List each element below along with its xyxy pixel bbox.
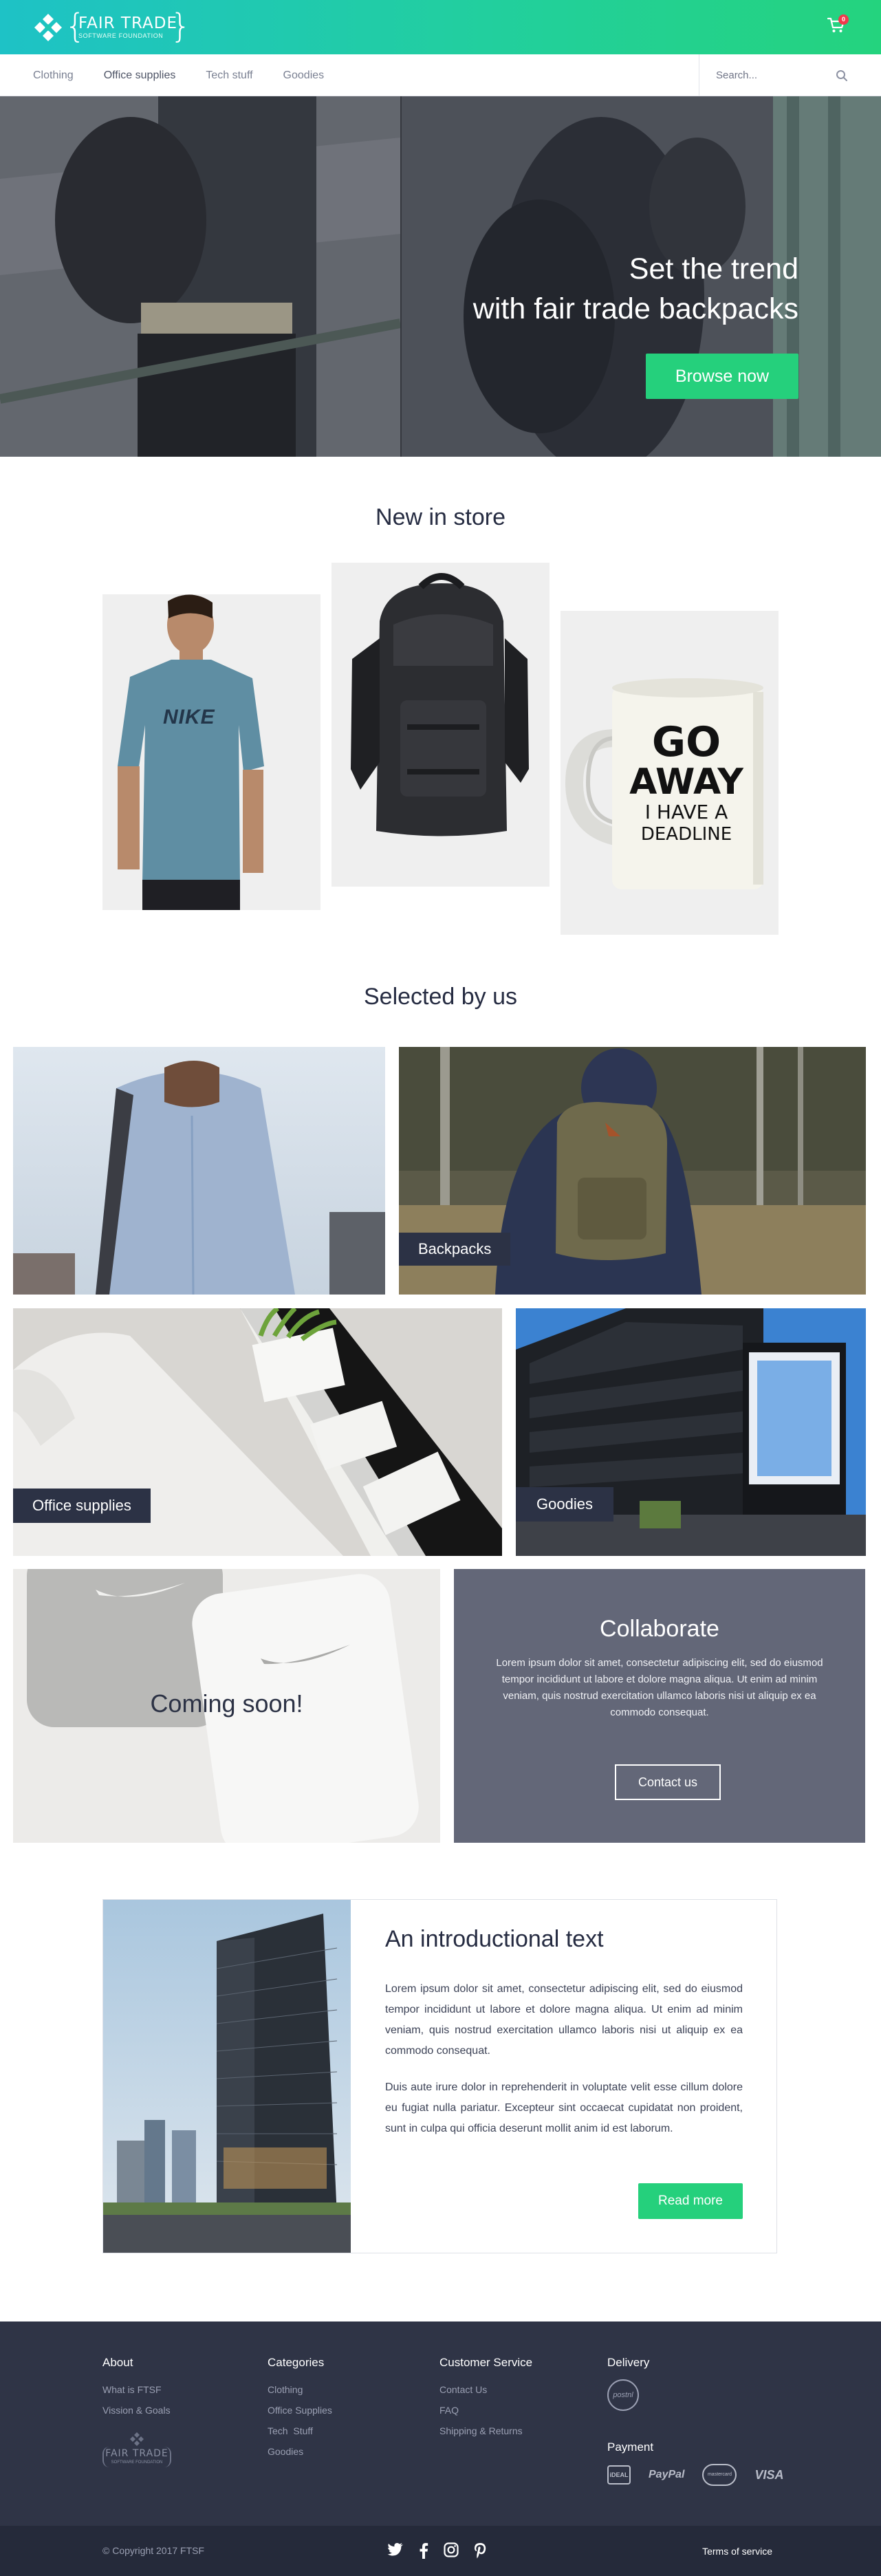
footer-payment-heading: Payment (607, 2440, 654, 2454)
intro-title: An introductional text (385, 1926, 604, 1952)
logo-wordmark: FAIR TRADE SOFTWARE FOUNDATION (65, 10, 191, 44)
footer-link-shipping-returns[interactable]: Shipping & Returns (439, 2421, 532, 2441)
footer-customer-service-heading: Customer Service (439, 2356, 533, 2369)
cart-button[interactable]: 0 (827, 14, 851, 38)
hero-title-line2: with fair trade backpacks (472, 292, 798, 325)
selected-by-us-title: Selected by us (363, 984, 518, 1010)
product-card-tshirt[interactable]: NIKE (102, 594, 320, 910)
logo-diamond-icon (34, 14, 62, 41)
nav-item-clothing[interactable]: Clothing (33, 69, 74, 82)
ideal-icon: iDEAL (607, 2465, 631, 2485)
product-card-mug[interactable]: GO AWAY I HAVE A DEADLINE (561, 611, 779, 935)
payment-methods: iDEAL PayPal mastercard VISA (607, 2464, 784, 2486)
hero-banner: Set the trend with fair trade backpacks … (0, 96, 881, 457)
logo-title: FAIR TRADE (78, 14, 178, 32)
tshirt-print: NIKE (163, 706, 215, 728)
footer-categories: Categories Clothing Office Supplies Tech… (268, 2356, 332, 2462)
footer-categories-heading: Categories (268, 2356, 325, 2369)
backpack-image (331, 563, 550, 887)
tile-goodies[interactable]: Goodies (516, 1308, 866, 1556)
footer-logo[interactable]: FAIR TRADE SOFTWARE FOUNDATION (102, 2432, 171, 2470)
mug-print-line3: I HAVE A (644, 801, 728, 823)
footer-bottom-bar: © Copyright 2017 FTSF Terms of service (0, 2526, 881, 2576)
logo-subtitle: SOFTWARE FOUNDATION (78, 32, 164, 39)
browse-now-button[interactable]: Browse now (646, 354, 798, 399)
new-in-store-title: New in store (376, 504, 505, 530)
man-shirt-image (13, 1047, 385, 1295)
footer-logo-subtitle: SOFTWARE FOUNDATION (111, 2460, 163, 2465)
mug-print-line1: GO (651, 718, 721, 766)
nav-item-office-supplies[interactable]: Office supplies (104, 69, 176, 82)
product-card-backpack[interactable] (331, 563, 550, 887)
nav-item-goodies[interactable]: Goodies (283, 69, 325, 82)
tshirt-image (102, 594, 320, 910)
cart-count-badge: 0 (838, 14, 849, 25)
mug-print: GO AWAY I HAVE A DEADLINE (621, 721, 752, 845)
search-icon[interactable] (836, 69, 848, 82)
tile-label-office-supplies: Office supplies (13, 1489, 151, 1523)
top-header: FAIR TRADE SOFTWARE FOUNDATION 0 (0, 0, 881, 54)
footer-delivery-heading: Delivery (607, 2356, 650, 2369)
footer-payment: Payment (607, 2440, 653, 2464)
social-links (387, 2542, 486, 2559)
footer-link-goodies[interactable]: Goodies (268, 2441, 332, 2462)
visa-icon: VISA (754, 2467, 784, 2482)
contact-us-button[interactable]: Contact us (615, 1764, 721, 1800)
footer-logo-title: FAIR TRADE (105, 2448, 168, 2459)
footer-customer-service: Customer Service Contact Us FAQ Shipping… (439, 2356, 532, 2441)
footer-delivery: Delivery postnl (607, 2356, 649, 2411)
tile-label-backpacks: Backpacks (399, 1233, 511, 1266)
tile-coming-soon: Coming soon! (13, 1569, 440, 1843)
mug-print-line4: DEADLINE (640, 824, 732, 845)
nav-links: Clothing Office supplies Tech stuff Good… (33, 54, 324, 96)
intro-card: An introductional text Lorem ipsum dolor… (102, 1899, 777, 2253)
mastercard-icon: mastercard (702, 2464, 737, 2486)
collaborate-body: Lorem ipsum dolor sit amet, consectetur … (496, 1657, 823, 1718)
terms-of-service-link[interactable]: Terms of service (702, 2546, 772, 2557)
search-box (699, 54, 881, 96)
tile-backpacks[interactable]: Backpacks (399, 1047, 866, 1295)
coming-soon-text: Coming soon! (150, 1689, 303, 1718)
hero-title-line1: Set the trend (629, 252, 798, 285)
facebook-icon[interactable] (419, 2542, 428, 2559)
paypal-icon: PayPal (649, 2469, 685, 2480)
intro-paragraph-2: Duis aute irure dolor in reprehenderit i… (385, 2081, 743, 2134)
hero-title: Set the trend with fair trade backpacks (386, 249, 798, 329)
nav-item-tech-stuff[interactable]: Tech stuff (206, 69, 252, 82)
tile-man-shirt[interactable] (13, 1047, 385, 1295)
footer-link-contact-us[interactable]: Contact Us (439, 2379, 532, 2400)
pinterest-icon[interactable] (474, 2542, 486, 2559)
footer-about: About What is FTSF Vission & Goals FAIR … (102, 2356, 171, 2470)
postnl-label: postnl (613, 2391, 633, 2399)
intro-paragraph-1: Lorem ipsum dolor sit amet, consectetur … (385, 1983, 743, 2057)
collaborate-title: Collaborate (600, 1616, 719, 1642)
intro-building-image (103, 1900, 351, 2253)
tile-office-supplies[interactable]: Office supplies (13, 1308, 502, 1556)
copyright-text: © Copyright 2017 FTSF (102, 2545, 205, 2556)
collaborate-panel: Collaborate Lorem ipsum dolor sit amet, … (454, 1569, 865, 1843)
footer-logo-diamond-icon (130, 2432, 144, 2446)
read-more-button[interactable]: Read more (638, 2183, 743, 2219)
search-input[interactable] (716, 69, 840, 81)
postnl-icon: postnl (607, 2379, 639, 2411)
footer-link-tech-stuff[interactable]: Tech Stuff (268, 2421, 332, 2441)
footer-link-office-supplies[interactable]: Office Supplies (268, 2400, 332, 2421)
category-nav: Clothing Office supplies Tech stuff Good… (0, 54, 881, 96)
footer-about-heading: About (102, 2356, 133, 2369)
footer-link-clothing[interactable]: Clothing (268, 2379, 332, 2400)
footer-link-faq[interactable]: FAQ (439, 2400, 532, 2421)
site-footer: About What is FTSF Vission & Goals FAIR … (0, 2321, 881, 2526)
tile-label-goodies: Goodies (516, 1487, 613, 1522)
footer-link-what-is-ftsf[interactable]: What is FTSF (102, 2379, 171, 2400)
site-logo[interactable]: FAIR TRADE SOFTWARE FOUNDATION (33, 10, 191, 45)
instagram-icon[interactable] (444, 2542, 459, 2557)
twitter-icon[interactable] (387, 2542, 404, 2557)
footer-link-vision-goals[interactable]: Vission & Goals (102, 2400, 171, 2421)
mug-print-line2: AWAY (629, 761, 743, 803)
